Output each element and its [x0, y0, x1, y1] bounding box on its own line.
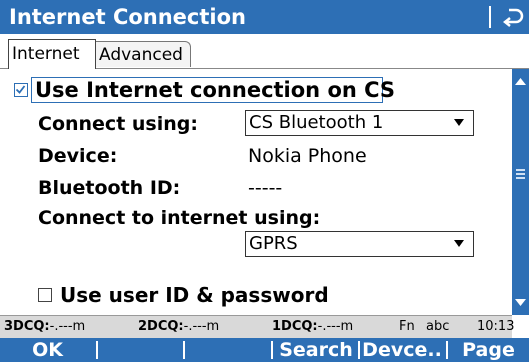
dcq1-label: 1DCQ:: [272, 319, 318, 334]
title-separator: [489, 6, 491, 28]
tab-strip: Internet Advanced: [0, 34, 529, 69]
input-mode-indicator: abc: [426, 319, 450, 334]
tab-advanced[interactable]: Advanced: [95, 41, 191, 67]
arrow-down-icon: [515, 299, 526, 306]
device-softkey[interactable]: Devce..: [360, 338, 444, 362]
softkey-divider: [183, 341, 185, 359]
dcq1-readout: 1DCQ:-.---m: [272, 316, 353, 338]
use-internet-label: Use Internet connection on CS: [35, 78, 396, 102]
page-softkey[interactable]: Page: [448, 338, 529, 362]
bluetooth-id-label: Bluetooth ID:: [38, 177, 181, 199]
connect-using-label: Connect using:: [38, 113, 198, 135]
checkmark-icon: [15, 85, 26, 94]
connect-internet-using-dropdown[interactable]: GPRS: [245, 231, 474, 257]
ok-softkey[interactable]: OK: [0, 338, 95, 362]
dcq2-label: 2DCQ:: [138, 319, 184, 334]
tab-internet[interactable]: Internet: [8, 39, 96, 69]
arrow-up-icon: [515, 78, 526, 85]
use-user-id-checkbox[interactable]: [38, 288, 52, 302]
device-label: Device:: [38, 145, 118, 167]
internet-settings-panel: Use Internet connection on CS Connect us…: [0, 69, 512, 337]
softkey-row: OK Search Devce.. Page: [0, 338, 529, 362]
title-bar: Internet Connection: [0, 0, 529, 34]
scroll-up-button[interactable]: [512, 69, 529, 93]
dcq3-value: -.---m: [49, 319, 86, 334]
connect-internet-using-label: Connect to internet using:: [38, 207, 321, 229]
fn-indicator: Fn: [399, 319, 415, 334]
connect-using-value: CS Bluetooth 1: [249, 112, 384, 133]
softkey-divider: [96, 341, 98, 359]
status-bar: 3DCQ:-.---m 2DCQ:-.---m 1DCQ:-.---m Fn a…: [0, 315, 515, 338]
connect-using-dropdown[interactable]: CS Bluetooth 1: [245, 110, 474, 136]
use-user-id-label: Use user ID & password: [60, 283, 329, 307]
window-title: Internet Connection: [9, 5, 246, 29]
dcq2-value: -.---m: [183, 319, 220, 334]
dcq2-readout: 2DCQ:-.---m: [138, 316, 219, 338]
bluetooth-id-value: -----: [248, 177, 283, 199]
chevron-down-icon: [454, 240, 464, 247]
clock: 10:13: [477, 319, 515, 334]
connect-internet-using-value: GPRS: [249, 233, 298, 254]
scroll-thumb[interactable]: [516, 169, 525, 181]
back-button[interactable]: [497, 2, 527, 32]
device-value: Nokia Phone: [248, 145, 367, 167]
dcq1-value: -.---m: [317, 319, 354, 334]
search-softkey[interactable]: Search: [273, 338, 359, 362]
use-internet-checkbox[interactable]: [14, 83, 28, 97]
scroll-down-button[interactable]: [512, 291, 529, 315]
dcq3-label: 3DCQ:: [4, 319, 50, 334]
back-arrow-icon: [502, 8, 524, 27]
dcq3-readout: 3DCQ:-.---m: [4, 316, 85, 338]
vertical-scrollbar[interactable]: [512, 69, 529, 315]
chevron-down-icon: [454, 119, 464, 126]
